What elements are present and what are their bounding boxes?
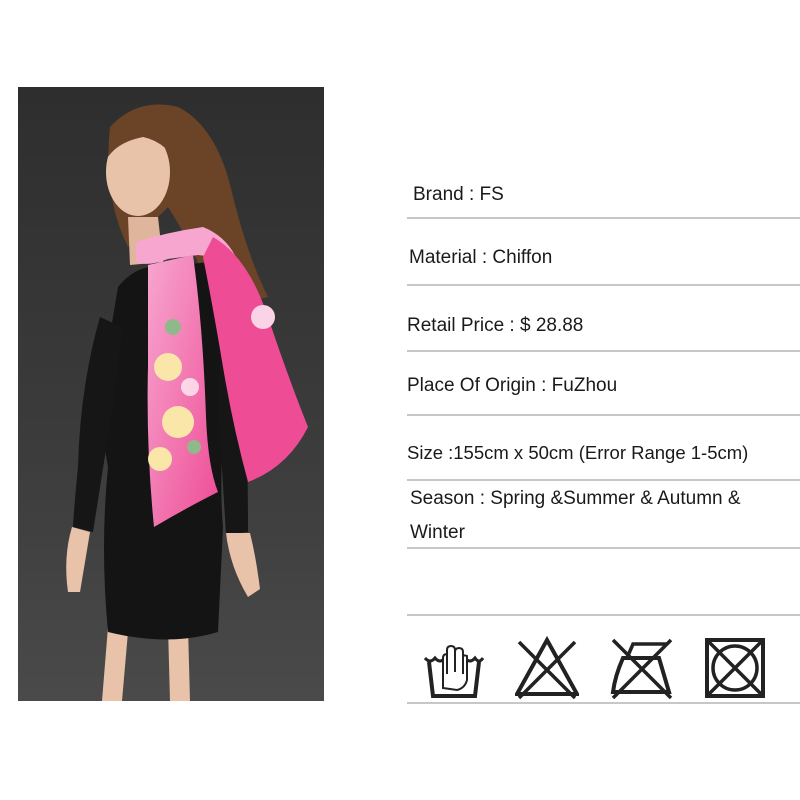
spec-retail-price: Retail Price : $ 28.88 xyxy=(407,308,800,352)
care-instructions xyxy=(407,614,800,704)
do-not-bleach-icon xyxy=(515,636,579,700)
size-text: Size :155cm x 50cm (Error Range 1-5cm) xyxy=(407,442,749,463)
hand-wash-icon xyxy=(421,636,485,700)
spec-season: Season : Spring &Summer & Autumn & Winte… xyxy=(407,482,800,549)
material-text: Material : Chiffon xyxy=(409,247,553,268)
product-photo xyxy=(18,87,324,701)
origin-text: Place Of Origin : FuZhou xyxy=(407,375,618,396)
season-line-1: Season : Spring &Summer & Autumn & xyxy=(410,488,741,509)
spec-place-of-origin: Place Of Origin : FuZhou xyxy=(407,368,800,416)
retail-price-text: Retail Price : $ 28.88 xyxy=(407,315,584,336)
do-not-tumble-dry-icon xyxy=(703,636,767,700)
spec-material: Material : Chiffon xyxy=(407,240,800,286)
spec-size: Size :155cm x 50cm (Error Range 1-5cm) xyxy=(407,435,800,481)
spec-brand: Brand : FS xyxy=(407,177,800,219)
brand-text: Brand : FS xyxy=(413,184,504,205)
season-line-2: Winter xyxy=(410,522,465,543)
do-not-iron-icon xyxy=(609,636,673,700)
model-illustration xyxy=(18,87,324,701)
